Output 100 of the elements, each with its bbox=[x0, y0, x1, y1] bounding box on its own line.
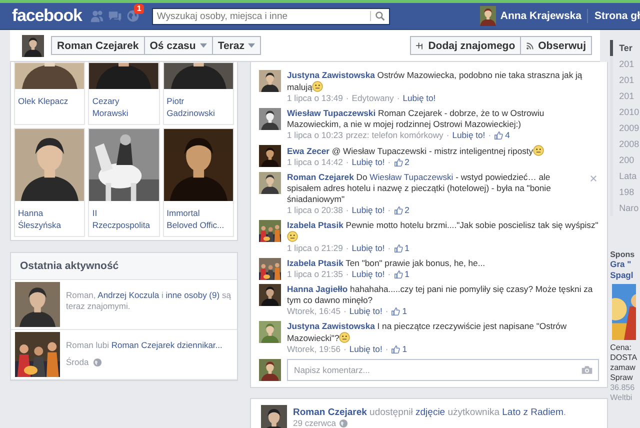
post-link[interactable]: zdjęcie bbox=[416, 407, 446, 418]
profile-link[interactable]: Roman Czejarek dziennikar... bbox=[111, 340, 222, 350]
card-title: Ostatnia aktywność bbox=[20, 260, 119, 272]
post-link[interactable]: Lato z Radiem bbox=[502, 407, 564, 418]
photo-label[interactable]: Piotr Gadzinowski bbox=[164, 89, 233, 124]
separator-dot: · bbox=[488, 130, 492, 141]
like-count[interactable]: 2 bbox=[394, 157, 410, 168]
search-field[interactable]: Wyszukaj osoby, miejsca i inne bbox=[152, 8, 390, 24]
camera-icon[interactable] bbox=[581, 365, 593, 375]
post-text: Roman Czejarek udostępnił zdjęcie użytkownika Lato z Radiem. bbox=[293, 407, 566, 418]
like-link[interactable]: Lubię to! bbox=[349, 306, 382, 317]
like-count[interactable]: 1 bbox=[394, 243, 410, 254]
photo-tile[interactable]: II Rzeczpospolita bbox=[88, 128, 160, 237]
separator-dot: · bbox=[388, 157, 391, 168]
like-count[interactable]: 4 bbox=[494, 130, 510, 141]
logo[interactable]: facebook bbox=[12, 6, 82, 26]
like-count[interactable]: 1 bbox=[391, 344, 408, 355]
photo-label[interactable]: Hanna Śleszyńska bbox=[15, 201, 84, 236]
rss-icon bbox=[526, 42, 534, 50]
comment-text: Izabela Ptasik Ten "bon" prawie jak bonus, he, he... bbox=[287, 258, 486, 269]
ad-title[interactable]: Gra " bbox=[610, 259, 640, 270]
sponsored-heading: Spons bbox=[610, 250, 636, 259]
author-link[interactable]: Ewa Zecer bbox=[287, 146, 330, 156]
like-link[interactable]: Lubię to! bbox=[402, 93, 436, 104]
follow-button[interactable]: Obserwuj bbox=[520, 36, 592, 55]
author-link[interactable]: Izabela Ptasik bbox=[287, 258, 344, 268]
thumbs-up-icon bbox=[391, 345, 400, 354]
close-icon[interactable] bbox=[590, 175, 597, 182]
caret-icon bbox=[248, 43, 256, 48]
author-link[interactable]: Wiesław Tupaczewski bbox=[287, 108, 376, 118]
smiley-icon bbox=[312, 81, 324, 92]
like-count[interactable]: 1 bbox=[394, 269, 410, 280]
comment-text: Hanna Jagiełło hahahaha.....czy tej pani nie pomyliły się czasy? Może tęskni za tym co dawno minęło? bbox=[287, 284, 594, 306]
notification-badge: 1 bbox=[134, 4, 144, 14]
photo-tile[interactable]: Hanna Śleszyńska bbox=[14, 128, 86, 237]
photo-label[interactable]: II Rzeczpospolita bbox=[89, 201, 159, 236]
separator-dot: · bbox=[388, 269, 391, 280]
profile-name-button[interactable]: Roman Czejarek bbox=[51, 36, 145, 55]
thumbs-up-icon bbox=[394, 270, 403, 279]
separator-dot: · bbox=[346, 243, 349, 254]
activity-time: Środa bbox=[66, 357, 89, 367]
ad-text: DOSTA bbox=[610, 353, 638, 363]
profile-link[interactable]: Andrzej Koczula bbox=[98, 290, 160, 300]
ad-footer-text: Weltbi bbox=[610, 393, 634, 403]
photo-tile[interactable]: Immortal Beloved Offic... bbox=[162, 128, 234, 237]
home-link[interactable]: Strona gł bbox=[594, 10, 640, 22]
photo-label[interactable]: Immortal Beloved Offic... bbox=[164, 201, 233, 236]
like-link[interactable]: Lubię to! bbox=[349, 344, 382, 355]
smiley-icon bbox=[287, 231, 298, 242]
ad-text: Spraw bbox=[610, 373, 634, 383]
photo-tile[interactable]: Olek Klepacz bbox=[14, 62, 86, 125]
separator-dot: · bbox=[346, 157, 349, 168]
author-link[interactable]: Justyna Zawistowska bbox=[287, 70, 375, 80]
like-link[interactable]: Lubię to! bbox=[352, 243, 385, 254]
like-count[interactable]: 2 bbox=[394, 205, 410, 216]
mention-link[interactable]: Wiesław Tupaczewski bbox=[370, 172, 454, 182]
separator-dot: · bbox=[396, 93, 400, 104]
like-link[interactable]: Lubię to! bbox=[452, 130, 486, 141]
thumbs-up-icon bbox=[394, 206, 403, 215]
timeline-nav-item[interactable]: Ter bbox=[610, 40, 640, 56]
photo-label[interactable]: Olek Klepacz bbox=[15, 89, 84, 113]
separator-dot: · bbox=[385, 344, 388, 355]
separator-dot: · bbox=[346, 205, 349, 216]
like-count[interactable]: 1 bbox=[391, 306, 408, 317]
caret-icon bbox=[200, 43, 207, 48]
add-friend-button[interactable]: Dodaj znajomego bbox=[410, 36, 522, 55]
dropdown-button[interactable]: Oś czasu bbox=[144, 36, 213, 55]
author-link[interactable]: Roman Czejarek bbox=[287, 172, 354, 182]
like-link[interactable]: Lubię to! bbox=[352, 269, 385, 280]
friends-icon[interactable] bbox=[90, 9, 104, 23]
comment-input[interactable]: Napisz komentarz... bbox=[287, 359, 599, 381]
author-link[interactable]: Justyna Zawistowska bbox=[287, 321, 375, 331]
globe-icon bbox=[339, 418, 348, 428]
ad-text: zamaw bbox=[610, 363, 636, 373]
thumbs-up-icon bbox=[394, 158, 403, 167]
comment-text: Roman Czejarek Do Wiesław Tupaczewski - wstyd powiedzieć… ale spisałem adres hotelu i nazwę z pieczątki (hotelowej) - była na "bonie śniadaniowym" bbox=[287, 172, 552, 205]
author-link[interactable]: Izabela Ptasik bbox=[287, 220, 344, 230]
photo-label[interactable]: Cezary Morawski bbox=[89, 89, 159, 124]
separator-dot: · bbox=[388, 243, 391, 254]
profile-link[interactable]: inne osoby (9) bbox=[166, 290, 220, 300]
dropdown-button[interactable]: Teraz bbox=[212, 36, 262, 55]
photo-tile[interactable]: Piotr Gadzinowski bbox=[162, 62, 234, 125]
thumbs-up-icon bbox=[494, 131, 504, 140]
post-link[interactable]: Roman Czejarek bbox=[293, 407, 367, 418]
comment-text: Ewa Zecer @ Wiesław Tupaczewski - mistrz inteligentnej riposty bbox=[287, 145, 599, 157]
user-name[interactable]: Anna Krajewska bbox=[500, 10, 582, 22]
activity-text: Roman lubi Roman Czejarek dziennikar... bbox=[66, 340, 222, 351]
separator-dot: · bbox=[346, 269, 349, 280]
separator-dot: · bbox=[344, 306, 346, 317]
separator-dot: · bbox=[446, 130, 450, 141]
comment-note: Edytowany bbox=[352, 93, 394, 104]
comment-text: Justyna Zawistowska Ostrów Mazowiecka, podobno nie taka straszna jak ją malują bbox=[287, 70, 584, 93]
like-link[interactable]: Lubię to! bbox=[352, 205, 385, 216]
ad-title[interactable]: Spagl bbox=[610, 270, 640, 281]
globe-icon bbox=[92, 358, 102, 366]
author-link[interactable]: Hanna Jagiełło bbox=[287, 284, 348, 294]
add-friend-icon bbox=[416, 42, 424, 50]
photo-tile[interactable]: Cezary Morawski bbox=[88, 62, 160, 125]
like-link[interactable]: Lubię to! bbox=[352, 157, 385, 168]
messages-icon[interactable] bbox=[108, 9, 122, 23]
